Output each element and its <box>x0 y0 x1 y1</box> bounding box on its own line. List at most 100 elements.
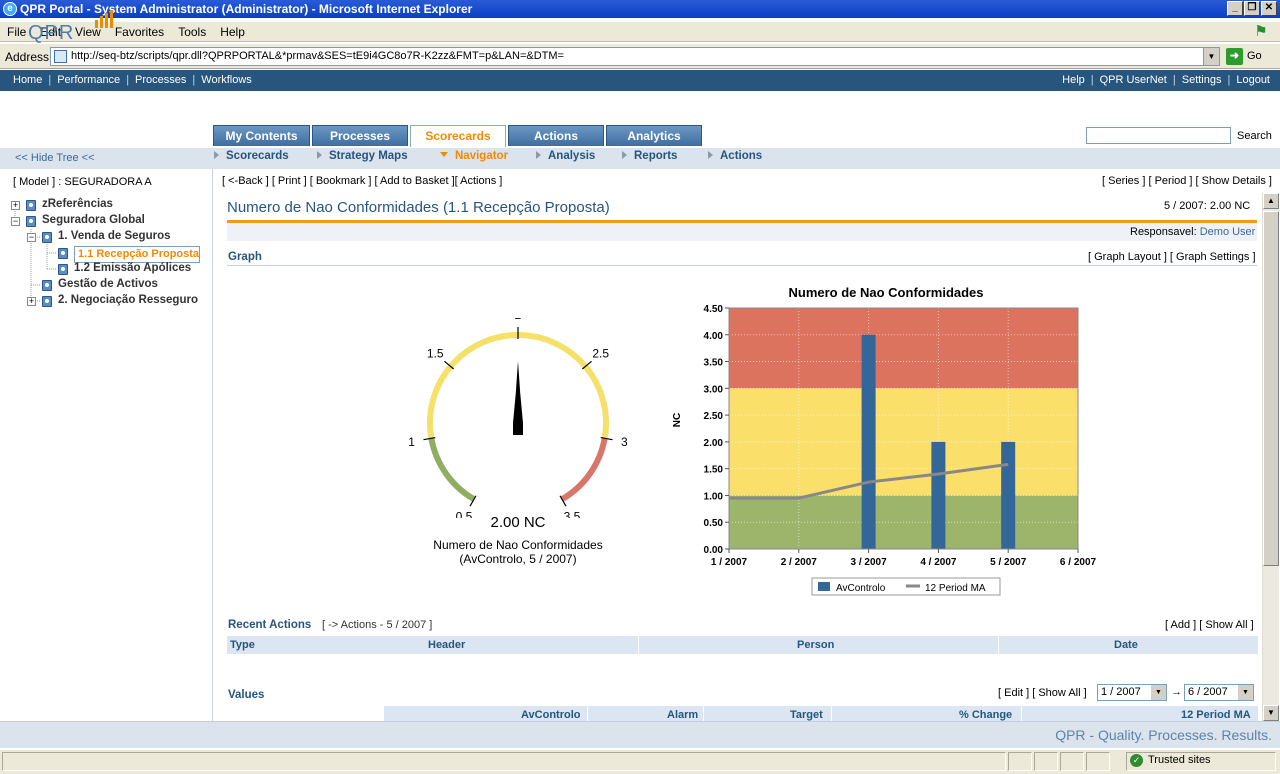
page-toolbar-links[interactable]: [ <-Back ] [ Print ] [ Bookmark ] [ Add … <box>222 175 502 187</box>
graph-settings-links[interactable]: [ Graph Layout ] [ Graph Settings ] <box>1088 251 1256 263</box>
subnav-navigator[interactable]: Navigator <box>440 150 508 162</box>
subnav-actions[interactable]: Actions <box>708 150 762 162</box>
dropdown-arrow-icon: ▼ <box>1151 685 1166 700</box>
scroll-up-icon[interactable]: ▲ <box>1263 193 1279 209</box>
address-input[interactable]: http://seq-btz/scripts/qpr.dll?QPRPORTAL… <box>50 47 1220 66</box>
search-input[interactable] <box>1086 127 1231 144</box>
tab-processes[interactable]: Processes <box>312 125 408 146</box>
period-value: 5 / 2007: 2.00 NC <box>1164 200 1251 212</box>
triangle-down-icon <box>440 152 448 157</box>
minimize-button[interactable]: _ <box>1227 1 1243 16</box>
page-title: Numero de Nao Conformidades (1.1 Recepçã… <box>227 199 610 216</box>
gauge-tick-label: 1 <box>408 435 415 449</box>
chart-x-tick-label: 4 / 2007 <box>920 557 957 568</box>
tree-node-seguradora-global[interactable]: Seguradora Global <box>42 214 145 226</box>
tab-actions[interactable]: Actions <box>508 125 604 146</box>
status-cell <box>1060 752 1084 771</box>
expand-icon[interactable]: + <box>11 201 20 210</box>
chart-title: Numero de Nao Conformidades <box>788 285 983 300</box>
scroll-thumb[interactable] <box>1263 211 1279 566</box>
address-dropdown-icon[interactable]: ▼ <box>1203 48 1219 65</box>
nav-qpr-usernet[interactable]: QPR UserNet <box>1100 74 1167 86</box>
values-title: Values <box>228 689 265 701</box>
subnav-scorecards[interactable]: Scorecards <box>214 150 289 162</box>
tab-my-contents[interactable]: My Contents <box>213 125 310 146</box>
period-to-select[interactable]: 6 / 2007 ▼ <box>1184 684 1254 701</box>
nav-logout[interactable]: Logout <box>1236 74 1270 86</box>
portal-nav: Home | Performance | Processes | Workflows Hel… <box>0 70 1280 91</box>
chart-y-tick-label: 3.00 <box>704 384 724 395</box>
footer-slogan: QPR - Quality. Processes. Results. <box>1055 727 1272 743</box>
menu-bar: File Edit View Favorites Tools Help ⚑ <box>0 22 1280 42</box>
tree-node-emissao-apolices[interactable]: 1.2 Emissão Apólices <box>74 262 191 274</box>
nav-help[interactable]: Help <box>1062 74 1085 86</box>
chart-y-tick-label: 2.50 <box>704 411 724 422</box>
col-type[interactable]: Type <box>230 636 255 654</box>
col-person[interactable]: Person <box>797 636 834 654</box>
subnav-strategy-maps[interactable]: Strategy Maps <box>317 150 408 162</box>
collapse-icon[interactable]: − <box>27 233 36 242</box>
maximize-button[interactable]: ❐ <box>1244 1 1260 16</box>
gauge-needle <box>513 361 523 435</box>
logo-bars-icon <box>95 10 113 28</box>
search-label[interactable]: Search <box>1237 130 1272 142</box>
org-icon <box>58 248 68 259</box>
menu-tools[interactable]: Tools <box>171 22 213 39</box>
subnav-analysis[interactable]: Analysis <box>536 150 595 162</box>
org-icon <box>58 264 68 275</box>
nav-home[interactable]: Home <box>13 74 42 86</box>
period-from-select[interactable]: 1 / 2007 ▼ <box>1097 684 1167 701</box>
responsavel-label: Responsavel: <box>1130 226 1197 238</box>
edit-show-all-links[interactable]: [ Edit ] [ Show All ] <box>998 687 1087 699</box>
address-label: Address <box>5 50 50 64</box>
gauge-tick-label: 2.5 <box>592 347 609 361</box>
chart-y-label: NC <box>672 413 683 427</box>
chart-x-tick-label: 1 / 2007 <box>711 557 748 568</box>
responsavel-user-link[interactable]: Demo User <box>1200 226 1256 238</box>
org-icon <box>42 296 52 307</box>
arrow-icon: → <box>1171 686 1182 698</box>
tab-analytics[interactable]: Analytics <box>606 125 702 146</box>
legend-avcontrolo-label: AvControlo <box>836 583 886 594</box>
menu-favorites[interactable]: Favorites <box>108 22 171 39</box>
menu-help[interactable]: Help <box>213 22 252 39</box>
close-button[interactable]: ✕ <box>1261 1 1277 16</box>
vertical-scrollbar[interactable]: ▲ ▼ <box>1262 193 1279 721</box>
tree-node-recepcao-proposta[interactable]: 1.1 Recepção Proposta <box>74 246 201 263</box>
qpr-logo: QPR <box>28 22 75 44</box>
collapse-icon[interactable]: − <box>11 217 20 226</box>
nav-settings[interactable]: Settings <box>1182 74 1222 86</box>
tree-node-venda-de-seguros[interactable]: 1. Venda de Seguros <box>58 230 170 242</box>
chart-band <box>729 308 1078 389</box>
window-title-bar: e QPR Portal - System Administrator (Adm… <box>0 0 1280 18</box>
responsavel: Responsavel: Demo User <box>1130 226 1255 238</box>
bar-avcontrolo <box>931 441 946 549</box>
actions-period-link[interactable]: [ -> Actions - 5 / 2007 ] <box>322 619 432 631</box>
subnav-reports[interactable]: Reports <box>622 150 677 162</box>
tree-node-zreferencias[interactable]: zReferências <box>42 198 113 210</box>
trusted-sites-zone: ✓ Trusted sites <box>1130 754 1211 767</box>
tab-scorecards[interactable]: Scorecards <box>410 125 506 147</box>
gauge-red-arc <box>560 437 608 502</box>
triangle-right-icon <box>214 151 219 159</box>
hide-tree-link[interactable]: << Hide Tree << <box>15 152 95 164</box>
org-icon <box>26 216 36 227</box>
actions-table-header: Type Header Person Date <box>227 636 1258 654</box>
nav-performance[interactable]: Performance <box>57 74 120 86</box>
legend-avcontrolo-swatch <box>818 582 830 591</box>
gauge-chart: 0.511.522.533.5 <box>408 318 628 518</box>
org-icon <box>42 232 52 243</box>
go-button[interactable]: ➜ Go <box>1226 47 1276 66</box>
address-bar: Address http://seq-btz/scripts/qpr.dll?Q… <box>0 44 1280 69</box>
series-period-details-links[interactable]: [ Series ] [ Period ] [ Show Details ] <box>1102 175 1272 187</box>
col-header[interactable]: Header <box>428 636 465 654</box>
col-date[interactable]: Date <box>1114 636 1138 654</box>
nav-processes[interactable]: Processes <box>135 74 186 86</box>
expand-icon[interactable]: + <box>27 297 36 306</box>
go-label: Go <box>1247 50 1262 62</box>
tree-node-negociacao-resseguro[interactable]: 2. Negociação Resseguro <box>58 294 198 306</box>
add-show-all-links[interactable]: [ Add ] [ Show All ] <box>1165 619 1254 631</box>
nav-workflows[interactable]: Workflows <box>201 74 252 86</box>
scroll-down-icon[interactable]: ▼ <box>1263 705 1279 721</box>
tree-node-gestao-de-activos[interactable]: Gestão de Activos <box>58 278 158 290</box>
